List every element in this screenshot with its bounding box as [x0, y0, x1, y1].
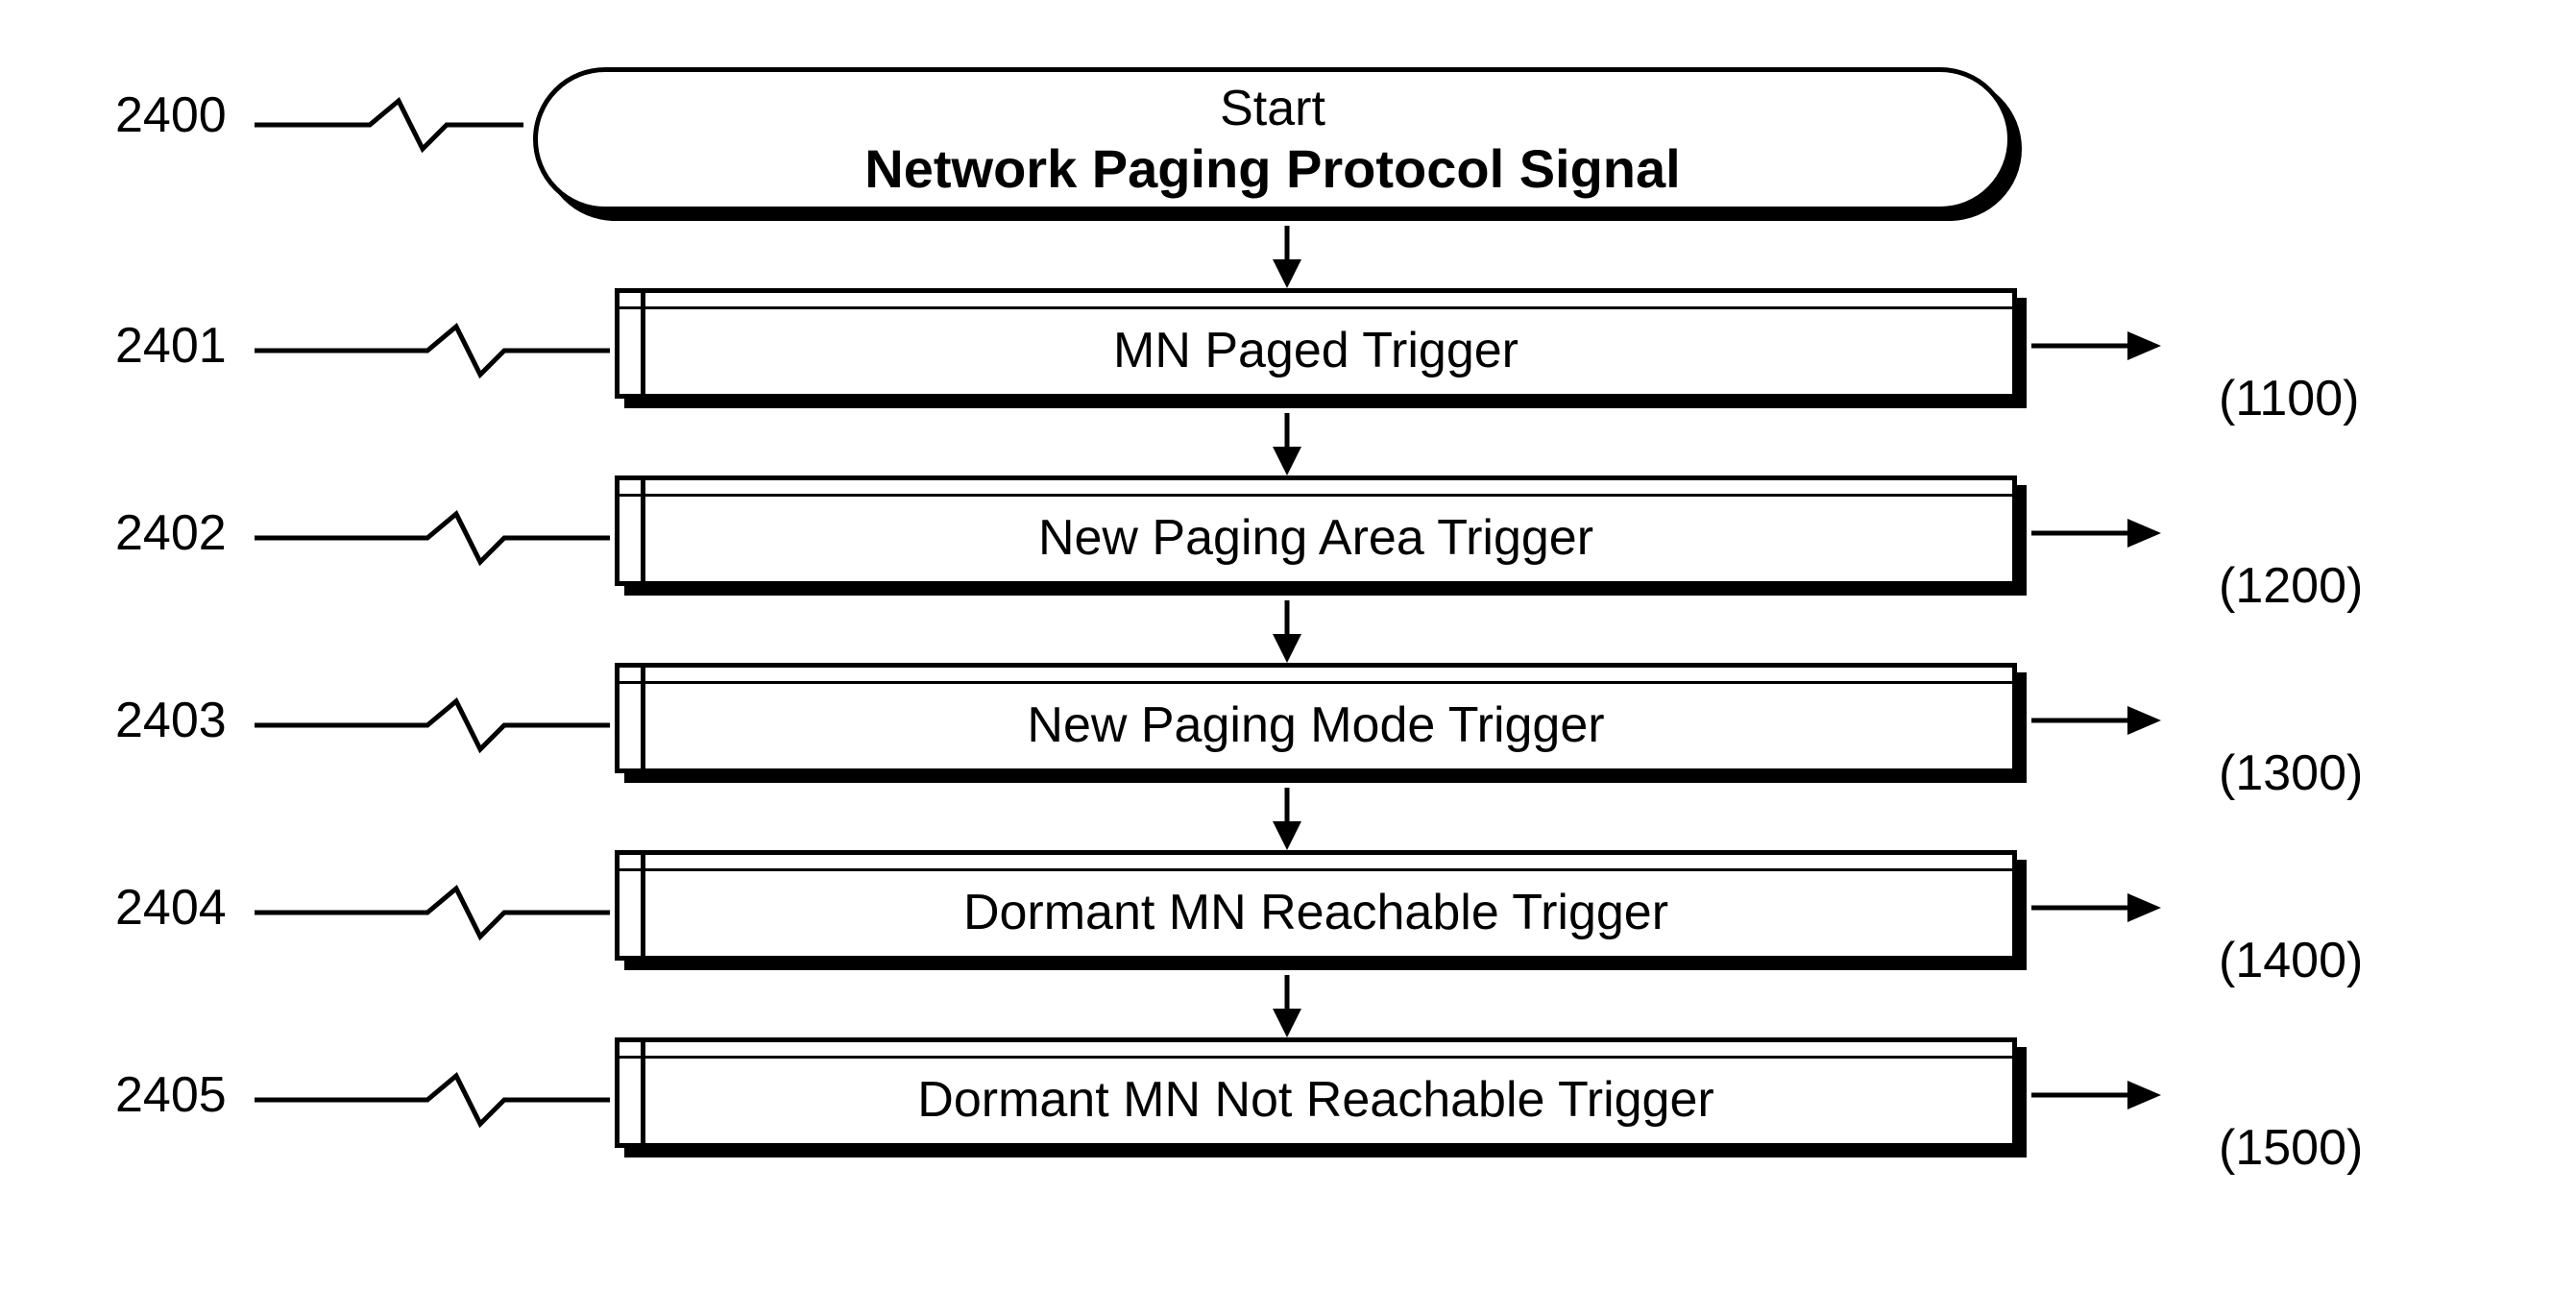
flow-arrow-right: [2031, 331, 2166, 370]
step-new-paging-mode: New Paging Mode Trigger: [615, 663, 2017, 773]
ref-2403: 2403: [115, 692, 227, 749]
ref-2405: 2405: [115, 1066, 227, 1124]
flow-arrow-right: [2031, 519, 2166, 557]
ref-2404: 2404: [115, 879, 227, 937]
ref-1400: (1400): [2219, 932, 2363, 989]
step-label: Dormant MN Reachable Trigger: [620, 884, 2012, 941]
ref-2401: 2401: [115, 317, 227, 375]
ref-1300: (1300): [2219, 744, 2363, 802]
leader-line: [255, 500, 610, 576]
step-new-paging-area: New Paging Area Trigger: [615, 475, 2017, 586]
step-label: New Paging Area Trigger: [620, 509, 2012, 567]
ref-1200: (1200): [2219, 557, 2363, 615]
step-dormant-reachable: Dormant MN Reachable Trigger: [615, 850, 2017, 961]
step-label: Dormant MN Not Reachable Trigger: [620, 1071, 2012, 1129]
flow-arrow-right: [2031, 706, 2166, 744]
ref-2400: 2400: [115, 86, 227, 144]
ref-1100: (1100): [2219, 370, 2359, 427]
start-line2: Network Paging Protocol Signal: [864, 137, 1680, 200]
leader-line: [255, 687, 610, 764]
step-label: MN Paged Trigger: [620, 322, 2012, 379]
leader-line: [255, 874, 610, 951]
flow-arrow-right: [2031, 1081, 2166, 1119]
ref-1500: (1500): [2219, 1119, 2363, 1177]
flow-arrow-right: [2031, 893, 2166, 932]
step-dormant-not-reachable: Dormant MN Not Reachable Trigger: [615, 1037, 2017, 1148]
start-line1: Start: [1220, 80, 1325, 137]
leader-line: [255, 312, 610, 389]
leader-line: [255, 1061, 610, 1138]
step-mn-paged: MN Paged Trigger: [615, 288, 2017, 399]
step-label: New Paging Mode Trigger: [620, 696, 2012, 754]
ref-2402: 2402: [115, 504, 227, 562]
leader-line: [255, 86, 523, 163]
start-terminator: Start Network Paging Protocol Signal: [533, 67, 2012, 211]
